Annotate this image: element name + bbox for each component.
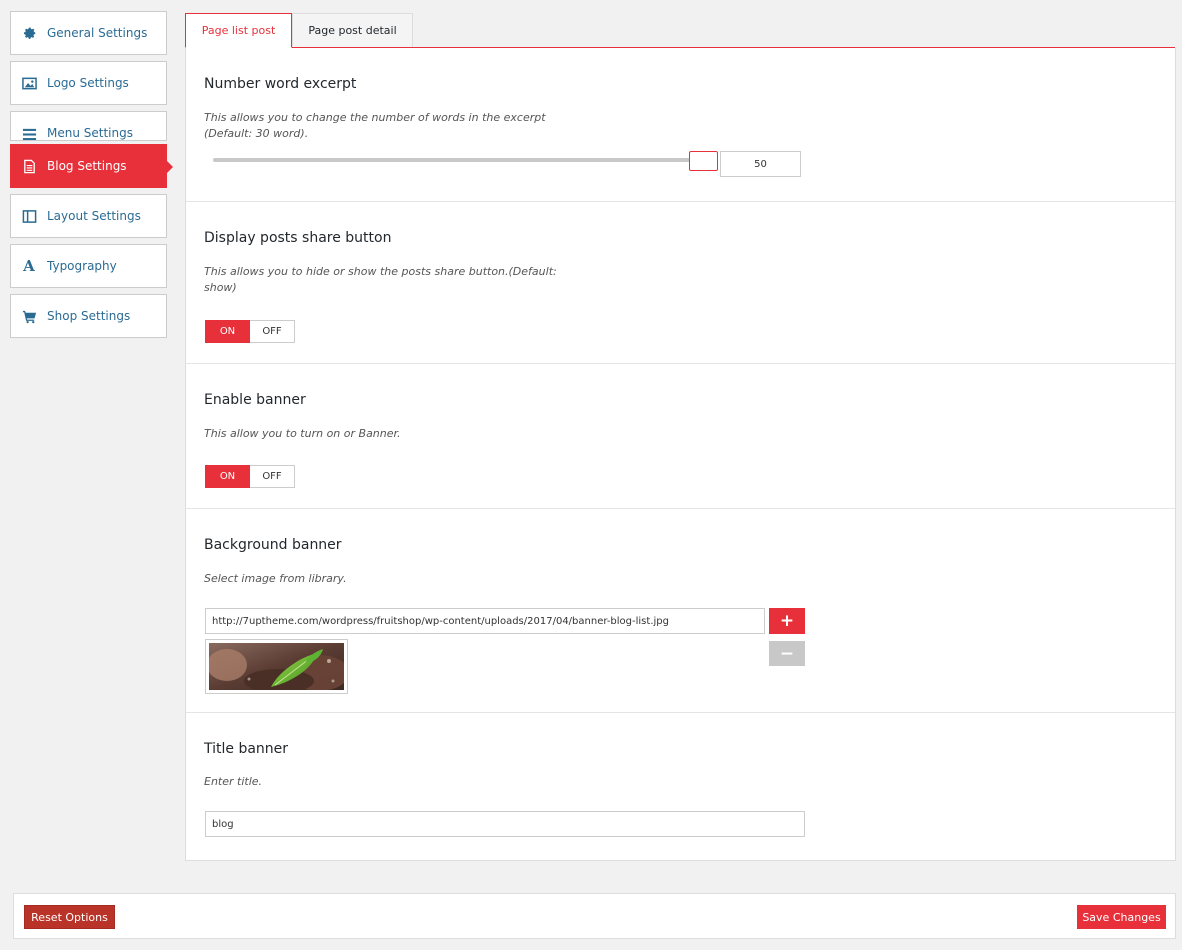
sidebar-item-blog-settings[interactable]: Blog Settings [10, 144, 173, 188]
share-off-button[interactable]: OFF [250, 320, 295, 343]
title-banner-title: Title banner [204, 741, 289, 757]
excerpt-desc-line2: (Default: 30 word). [204, 127, 309, 140]
title-banner-input[interactable]: blog [205, 811, 805, 837]
gear-icon [21, 25, 37, 41]
sidebar-item-label: Blog Settings [47, 159, 127, 173]
settings-panel: Number word excerpt This allows you to c… [185, 48, 1176, 861]
footer-bar: Reset Options Save Changes [13, 893, 1176, 939]
title-banner-section: Title banner Enter title. blog [186, 713, 1175, 861]
layout-icon [21, 208, 37, 224]
sidebar-item-label: Menu Settings [47, 126, 133, 140]
bg-banner-description: Select image from library. [204, 572, 347, 585]
banner-off-button[interactable]: OFF [250, 465, 295, 488]
banner-description: This allow you to turn on or Banner. [204, 427, 401, 440]
excerpt-slider-track[interactable] [213, 158, 701, 162]
excerpt-slider-handle[interactable] [689, 151, 718, 171]
sidebar-item-label: Layout Settings [47, 209, 141, 223]
sidebar-item-label: Typography [47, 259, 117, 273]
tab-page-post-detail[interactable]: Page post detail [292, 13, 413, 48]
cart-icon [21, 308, 37, 324]
share-section: Display posts share button This allows y… [186, 202, 1175, 364]
excerpt-desc-line1: This allows you to change the number of … [204, 111, 546, 124]
save-changes-button[interactable]: Save Changes [1077, 905, 1166, 929]
sidebar-item-menu-settings[interactable]: Menu Settings [10, 111, 167, 141]
bg-banner-title: Background banner [204, 537, 342, 553]
add-image-button[interactable]: + [769, 608, 805, 634]
sidebar-item-typography[interactable]: A Typography [10, 244, 167, 288]
banner-thumbnail [205, 639, 348, 694]
banner-section: Enable banner This allow you to turn on … [186, 364, 1175, 509]
share-desc-line1: This allows you to hide or show the post… [204, 265, 557, 278]
menu-icon [21, 126, 37, 140]
title-banner-description: Enter title. [204, 775, 263, 788]
sidebar-item-shop-settings[interactable]: Shop Settings [10, 294, 167, 338]
tab-page-list-post[interactable]: Page list post [185, 13, 292, 48]
share-description: This allows you to hide or show the post… [204, 264, 564, 296]
bg-banner-section: Background banner Select image from libr… [186, 509, 1175, 713]
excerpt-section: Number word excerpt This allows you to c… [186, 48, 1175, 202]
reset-options-button[interactable]: Reset Options [24, 905, 115, 929]
share-toggle: ON OFF [205, 320, 295, 343]
sidebar-item-logo-settings[interactable]: Logo Settings [10, 61, 167, 105]
bg-banner-url-input[interactable]: http://7uptheme.com/wordpress/fruitshop/… [205, 608, 765, 634]
document-icon [21, 158, 37, 174]
sidebar-item-label: General Settings [47, 26, 148, 40]
banner-toggle: ON OFF [205, 465, 295, 488]
image-icon [21, 75, 37, 91]
banner-on-button[interactable]: ON [205, 465, 250, 488]
font-icon: A [23, 257, 35, 275]
excerpt-title: Number word excerpt [204, 76, 357, 92]
sidebar-item-label: Shop Settings [47, 309, 131, 323]
share-desc-line2: show) [204, 281, 237, 294]
sidebar-item-general-settings[interactable]: General Settings [10, 11, 167, 55]
sidebar-item-label: Logo Settings [47, 76, 129, 90]
banner-title: Enable banner [204, 392, 306, 408]
remove-image-button[interactable]: − [769, 641, 805, 666]
sidebar-item-layout-settings[interactable]: Layout Settings [10, 194, 167, 238]
share-on-button[interactable]: ON [205, 320, 250, 343]
excerpt-value-input[interactable]: 50 [720, 151, 801, 177]
share-title: Display posts share button [204, 230, 392, 246]
excerpt-description: This allows you to change the number of … [204, 110, 564, 142]
banner-preview-image [209, 643, 344, 690]
